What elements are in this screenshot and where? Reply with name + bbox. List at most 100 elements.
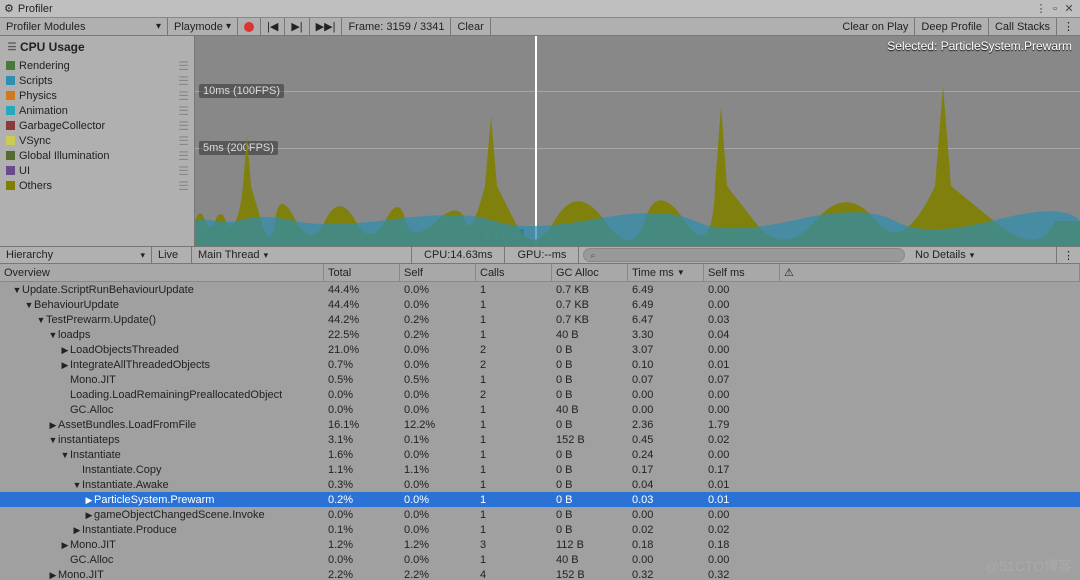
table-row[interactable]: Loading.LoadRemainingPreallocatedObject0… [0, 387, 1080, 402]
row-time-ms: 0.32 [628, 569, 704, 580]
hierarchy-dropdown[interactable]: Hierarchy [0, 247, 152, 263]
row-total: 0.2% [324, 494, 400, 506]
col-self[interactable]: Self [400, 264, 476, 281]
table-row[interactable]: ▼instantiateps3.1%0.1%1152 B0.450.02 [0, 432, 1080, 447]
col-overview[interactable]: Overview [0, 264, 324, 281]
drag-handle-icon[interactable]: ☰ [178, 134, 188, 148]
sidebar-item-label: Animation [19, 105, 68, 117]
sidebar-item-label: GarbageCollector [19, 120, 105, 132]
call-stacks-button[interactable]: Call Stacks [989, 18, 1057, 35]
table-row[interactable]: ▶ParticleSystem.Prewarm0.2%0.0%10 B0.030… [0, 492, 1080, 507]
sidebar-item-scripts[interactable]: Scripts☰ [0, 73, 194, 88]
expand-icon[interactable]: ▶ [48, 420, 58, 431]
clear-on-play-button[interactable]: Clear on Play [836, 18, 915, 35]
sidebar-item-label: Others [19, 180, 52, 192]
close-icon[interactable]: ✕ [1062, 2, 1076, 15]
col-total[interactable]: Total [324, 264, 400, 281]
row-name: TestPrewarm.Update() [46, 314, 156, 326]
table-row[interactable]: ▼Instantiate1.6%0.0%10 B0.240.00 [0, 447, 1080, 462]
drag-handle-icon[interactable]: ☰ [178, 104, 188, 118]
search-icon: ⌕ [590, 250, 595, 261]
sidebar-item-label: UI [19, 165, 30, 177]
col-gc[interactable]: GC Alloc [552, 264, 628, 281]
expand-icon[interactable]: ▼ [36, 315, 46, 325]
search-input[interactable]: ⌕ [583, 248, 905, 262]
table-header: Overview Total Self Calls GC Alloc Time … [0, 264, 1080, 282]
table-row[interactable]: ▶Instantiate.Produce0.1%0.0%10 B0.020.02 [0, 522, 1080, 537]
drag-handle-icon[interactable]: ☰ [178, 59, 188, 73]
col-time-ms[interactable]: Time ms ▼ [628, 264, 704, 281]
sidebar-item-label: Global Illumination [19, 150, 110, 162]
expand-icon[interactable]: ▼ [72, 480, 82, 490]
row-calls: 1 [476, 524, 552, 536]
drag-handle-icon[interactable]: ☰ [178, 74, 188, 88]
sidebar-item-vsync[interactable]: VSync☰ [0, 133, 194, 148]
drag-handle-icon[interactable]: ☰ [178, 164, 188, 178]
row-self-ms: 0.01 [704, 359, 780, 371]
col-warn[interactable]: ⚠ [780, 264, 1080, 281]
table-row[interactable]: ▼Update.ScriptRunBehaviourUpdate44.4%0.0… [0, 282, 1080, 297]
playmode-dropdown[interactable]: Playmode ▾ [168, 18, 238, 35]
live-toggle[interactable]: Live [152, 247, 192, 263]
row-total: 0.3% [324, 479, 400, 491]
last-frame-button[interactable]: ▶▶| [310, 18, 343, 35]
drag-handle-icon[interactable]: ☰ [178, 149, 188, 163]
table-row[interactable]: ▶LoadObjectsThreaded21.0%0.0%20 B3.070.0… [0, 342, 1080, 357]
table-row[interactable]: Mono.JIT0.5%0.5%10 B0.070.07 [0, 372, 1080, 387]
table-row[interactable]: ▶Mono.JIT2.2%2.2%4152 B0.320.32 [0, 567, 1080, 580]
table-row[interactable]: ▶gameObjectChangedScene.Invoke0.0%0.0%10… [0, 507, 1080, 522]
more-icon[interactable]: ⋮ [1034, 2, 1048, 15]
col-self-ms[interactable]: Self ms [704, 264, 780, 281]
drag-handle-icon[interactable]: ☰ [178, 119, 188, 133]
col-calls[interactable]: Calls [476, 264, 552, 281]
expand-icon[interactable]: ▶ [60, 360, 70, 371]
expand-icon[interactable]: ▶ [72, 525, 82, 536]
table-row[interactable]: ▼Instantiate.Awake0.3%0.0%10 B0.040.01 [0, 477, 1080, 492]
row-name: gameObjectChangedScene.Invoke [94, 509, 265, 521]
expand-icon[interactable]: ▼ [12, 285, 22, 295]
sidebar-item-animation[interactable]: Animation ☰ [0, 103, 194, 118]
drag-handle-icon[interactable]: ☰ [178, 179, 188, 193]
table-row[interactable]: GC.Alloc0.0%0.0%140 B0.000.00 [0, 402, 1080, 417]
table-row[interactable]: ▶AssetBundles.LoadFromFile16.1%12.2%10 B… [0, 417, 1080, 432]
expand-icon[interactable]: ▶ [48, 570, 58, 580]
expand-icon[interactable]: ▼ [24, 300, 34, 310]
drag-handle-icon[interactable]: ☰ [178, 89, 188, 103]
panel-more-icon[interactable]: ⋮ [1057, 247, 1080, 263]
row-self-ms: 0.02 [704, 524, 780, 536]
expand-icon[interactable]: ▼ [48, 435, 58, 445]
first-frame-button[interactable]: |◀ [261, 18, 285, 35]
deep-profile-button[interactable]: Deep Profile [915, 18, 989, 35]
profiler-modules-dropdown[interactable]: Profiler Modules▾ [0, 18, 168, 35]
expand-icon[interactable]: ▶ [84, 495, 94, 506]
row-time-ms: 0.24 [628, 449, 704, 461]
sidebar-item-rendering[interactable]: Rendering☰ [0, 58, 194, 73]
table-row[interactable]: GC.Alloc0.0%0.0%140 B0.000.00 [0, 552, 1080, 567]
maximize-icon[interactable]: ▫ [1048, 3, 1062, 15]
sidebar-item-physics[interactable]: Physics☰ [0, 88, 194, 103]
sidebar-item-others[interactable]: Others ☰ [0, 178, 194, 193]
prev-frame-button[interactable]: ▶| [285, 18, 309, 35]
row-self: 0.0% [400, 449, 476, 461]
sidebar-item-global-illumination[interactable]: Global Illumination ☰ [0, 148, 194, 163]
table-row[interactable]: ▼TestPrewarm.Update()44.2%0.2%10.7 KB6.4… [0, 312, 1080, 327]
table-row[interactable]: ▶IntegrateAllThreadedObjects0.7%0.0%20 B… [0, 357, 1080, 372]
expand-icon[interactable]: ▶ [60, 540, 70, 551]
details-dropdown[interactable]: No Details [909, 247, 1057, 263]
table-row[interactable]: ▶Mono.JIT1.2%1.2%3112 B0.180.18 [0, 537, 1080, 552]
table-row[interactable]: ▼loadps22.5%0.2%140 B3.300.04 [0, 327, 1080, 342]
table-row[interactable]: Instantiate.Copy1.1%1.1%10 B0.170.17 [0, 462, 1080, 477]
sidebar-item-garbagecollector[interactable]: GarbageCollector ☰ [0, 118, 194, 133]
expand-icon[interactable]: ▼ [48, 330, 58, 340]
timeline-chart[interactable]: Selected: ParticleSystem.Prewarm 10ms (1… [195, 36, 1080, 246]
toolbar-more-icon[interactable]: ⋮ [1057, 18, 1080, 35]
clear-button[interactable]: Clear [451, 18, 490, 35]
row-total: 21.0% [324, 344, 400, 356]
expand-icon[interactable]: ▶ [60, 345, 70, 356]
sidebar-item-ui[interactable]: UI ☰ [0, 163, 194, 178]
record-button[interactable] [238, 18, 261, 35]
thread-dropdown[interactable]: Main Thread [192, 247, 412, 263]
table-row[interactable]: ▼BehaviourUpdate44.4%0.0%10.7 KB6.490.00 [0, 297, 1080, 312]
expand-icon[interactable]: ▶ [84, 510, 94, 521]
expand-icon[interactable]: ▼ [60, 450, 70, 460]
